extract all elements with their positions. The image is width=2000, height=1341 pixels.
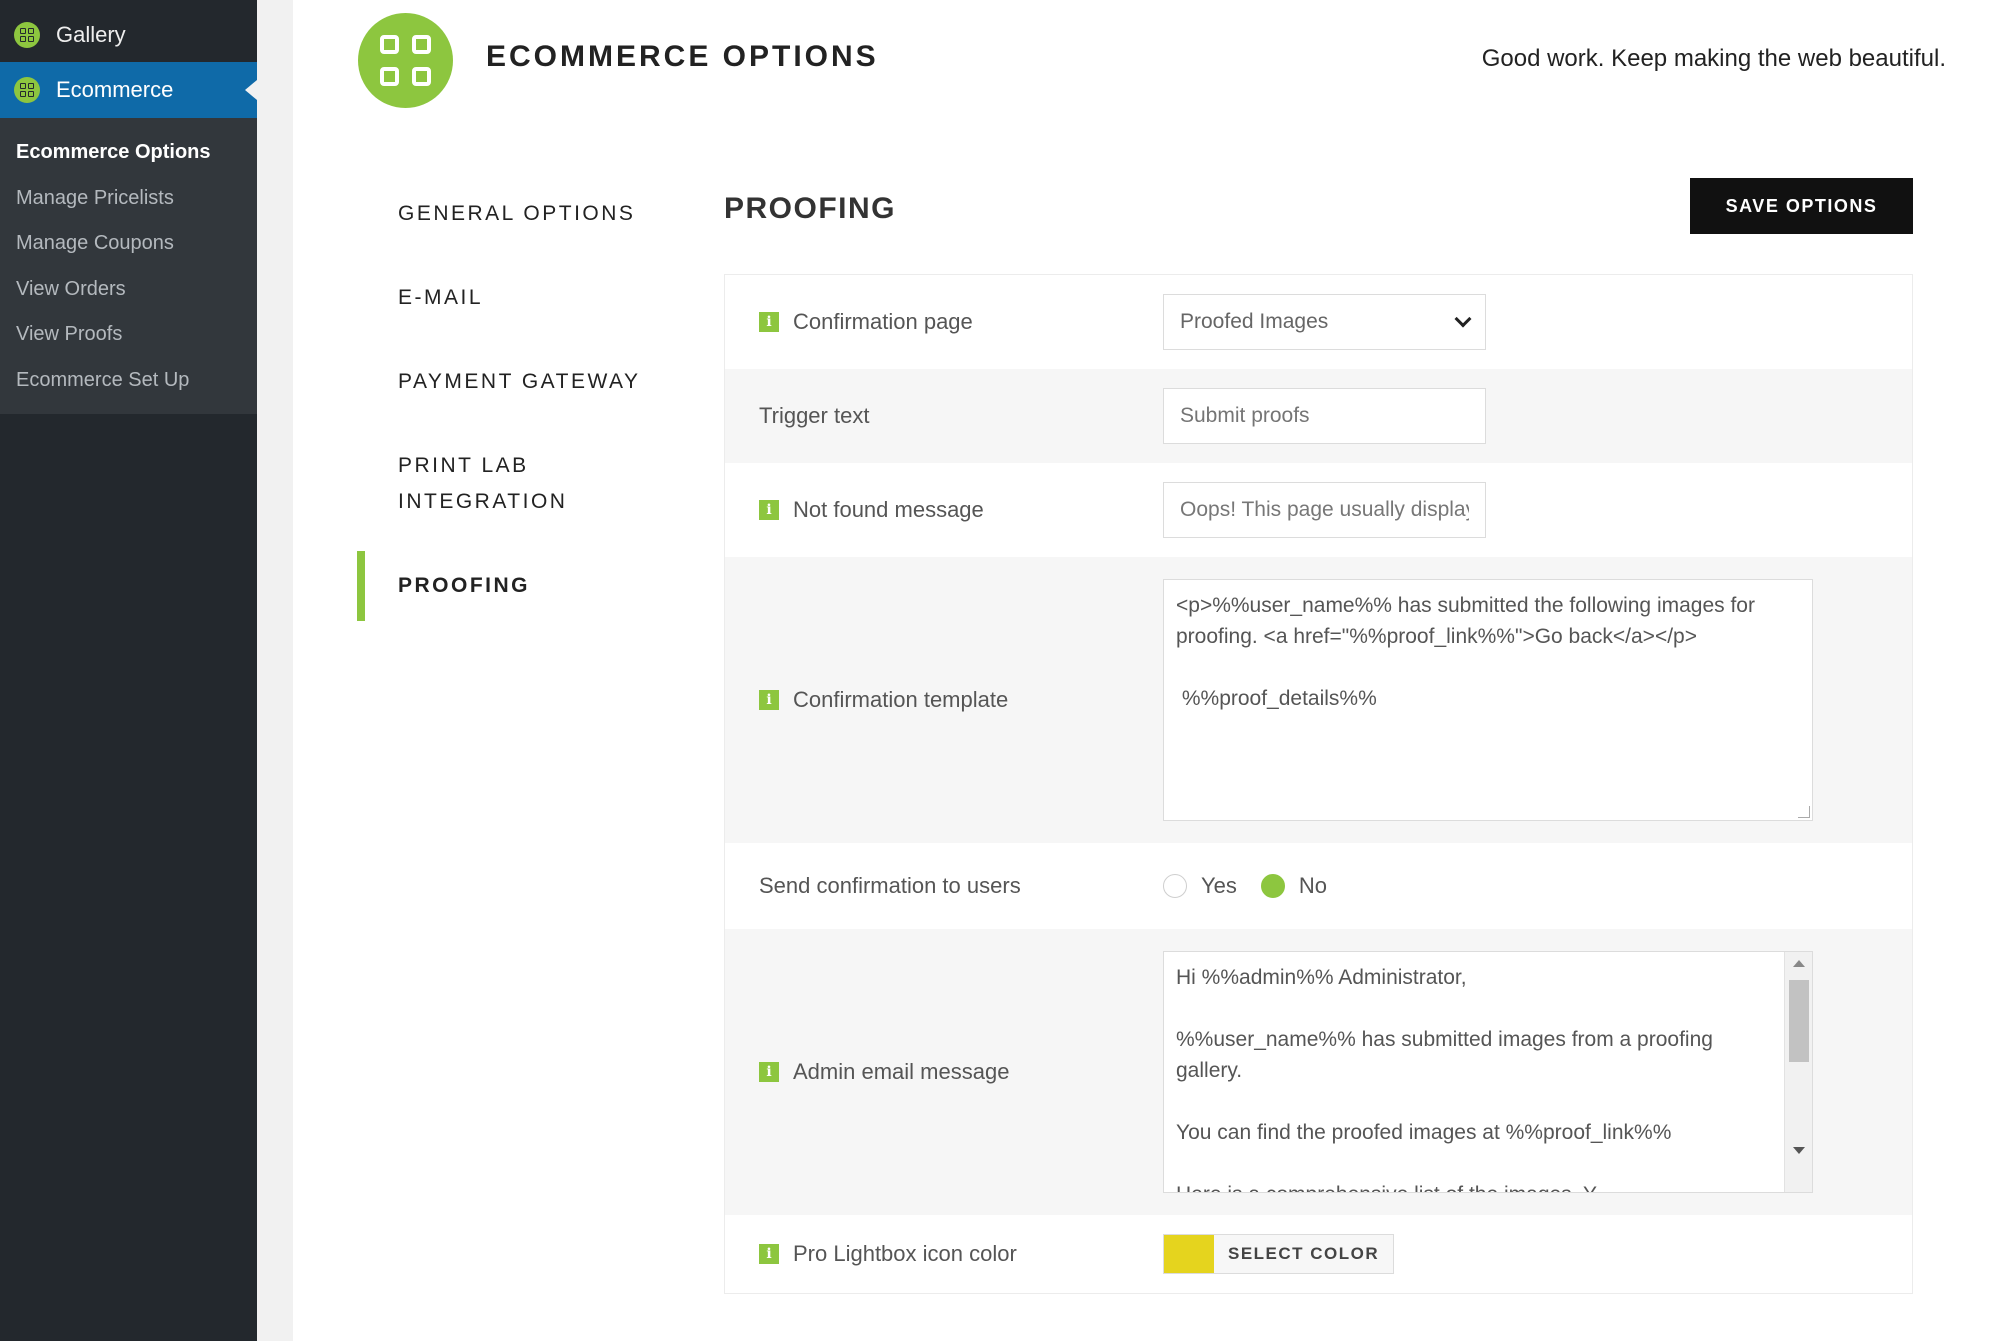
header-tagline: Good work. Keep making the web beautiful… [1481, 45, 1946, 72]
sidebar-item-label: Ecommerce [56, 77, 174, 102]
send-confirmation-label: Send confirmation to users [759, 873, 1021, 898]
color-swatch[interactable] [1164, 1235, 1214, 1273]
active-tab-indicator [357, 551, 365, 621]
sidebar-item-ecommerce[interactable]: Ecommerce [0, 62, 257, 118]
submenu-item-view-proofs[interactable]: View Proofs [0, 312, 257, 358]
scroll-up-arrow-icon[interactable] [1793, 960, 1805, 967]
row-send-confirmation: Send confirmation to users Yes No [725, 843, 1912, 929]
radio-no[interactable] [1260, 874, 1285, 898]
tab-proofing[interactable]: PROOFING [398, 568, 530, 604]
sidebar-item-label: Gallery [56, 22, 126, 47]
resize-handle-icon[interactable] [1798, 806, 1810, 818]
info-icon[interactable]: i [759, 1244, 779, 1264]
not-found-message-input[interactable] [1163, 482, 1486, 538]
scroll-down-arrow-icon[interactable] [1793, 1147, 1805, 1154]
admin-email-message-label: Admin email message [793, 1059, 1010, 1084]
tab-print-lab-integration[interactable]: PRINT LAB INTEGRATION [398, 448, 608, 520]
ecommerce-logo-icon [358, 13, 453, 108]
confirmation-template-textarea[interactable]: <p>%%user_name%% has submitted the follo… [1163, 579, 1813, 821]
send-confirmation-radio-group: Yes No [1163, 873, 1351, 899]
submenu-item-ecommerce-setup[interactable]: Ecommerce Set Up [0, 358, 257, 404]
row-not-found-message: i Not found message [725, 463, 1912, 557]
scroll-thumb[interactable] [1789, 980, 1809, 1062]
info-icon[interactable]: i [759, 1062, 779, 1082]
select-color-button[interactable]: SELECT COLOR [1214, 1244, 1393, 1264]
submenu-item-ecommerce-options[interactable]: Ecommerce Options [0, 130, 257, 176]
submenu-item-manage-coupons[interactable]: Manage Coupons [0, 221, 257, 267]
info-icon[interactable]: i [759, 312, 779, 332]
sidebar-item-gallery[interactable]: Gallery [0, 6, 257, 64]
row-confirmation-page: i Confirmation page Proofed Images [725, 275, 1912, 369]
row-trigger-text: Trigger text [725, 369, 1912, 463]
color-picker[interactable]: SELECT COLOR [1163, 1234, 1395, 1274]
row-admin-email-message: i Admin email message Hi %%admin%% Admin… [725, 929, 1912, 1215]
info-icon[interactable]: i [759, 500, 779, 520]
ecommerce-submenu: Ecommerce Options Manage Pricelists Mana… [0, 118, 257, 414]
content-gutter [257, 0, 293, 1341]
not-found-message-label: Not found message [793, 497, 984, 522]
proofing-options-panel: i Confirmation page Proofed Images Trigg… [724, 274, 1913, 1294]
ecommerce-icon [14, 77, 40, 103]
tab-email[interactable]: E-MAIL [398, 280, 483, 316]
textarea-scrollbar[interactable] [1784, 952, 1812, 1192]
lightbox-icon-color-label: Pro Lightbox icon color [793, 1241, 1017, 1266]
row-confirmation-template: i Confirmation template <p>%%user_name%%… [725, 557, 1912, 843]
submenu-item-manage-pricelists[interactable]: Manage Pricelists [0, 176, 257, 222]
tab-payment-gateway[interactable]: PAYMENT GATEWAY [398, 364, 640, 400]
tab-general-options[interactable]: GENERAL OPTIONS [398, 196, 635, 232]
gallery-icon [14, 22, 40, 48]
submenu-item-view-orders[interactable]: View Orders [0, 267, 257, 313]
radio-yes[interactable] [1163, 874, 1187, 898]
confirmation-template-label: Confirmation template [793, 687, 1009, 712]
save-options-button[interactable]: SAVE OPTIONS [1690, 178, 1913, 234]
admin-sidebar: Gallery Ecommerce Ecommerce Options Mana… [0, 0, 257, 1341]
trigger-text-label: Trigger text [759, 403, 870, 428]
chevron-down-icon [1454, 310, 1472, 328]
row-lightbox-icon-color: i Pro Lightbox icon color SELECT COLOR [725, 1215, 1912, 1293]
confirmation-page-value: Proofed Images [1180, 310, 1329, 333]
confirmation-page-label: Confirmation page [793, 309, 973, 334]
radio-yes-label[interactable]: Yes [1201, 873, 1237, 899]
admin-email-message-text: Hi %%admin%% Administrator, %%user_name%… [1176, 966, 1713, 1192]
confirmation-template-text: <p>%%user_name%% has submitted the follo… [1176, 594, 1755, 710]
radio-no-label[interactable]: No [1299, 873, 1327, 899]
trigger-text-input[interactable] [1163, 388, 1486, 444]
section-title: PROOFING [724, 192, 897, 225]
confirmation-page-select[interactable]: Proofed Images [1163, 294, 1486, 350]
info-icon[interactable]: i [759, 690, 779, 710]
admin-email-message-textarea[interactable]: Hi %%admin%% Administrator, %%user_name%… [1163, 951, 1813, 1193]
page-title: ECOMMERCE OPTIONS [486, 40, 879, 73]
